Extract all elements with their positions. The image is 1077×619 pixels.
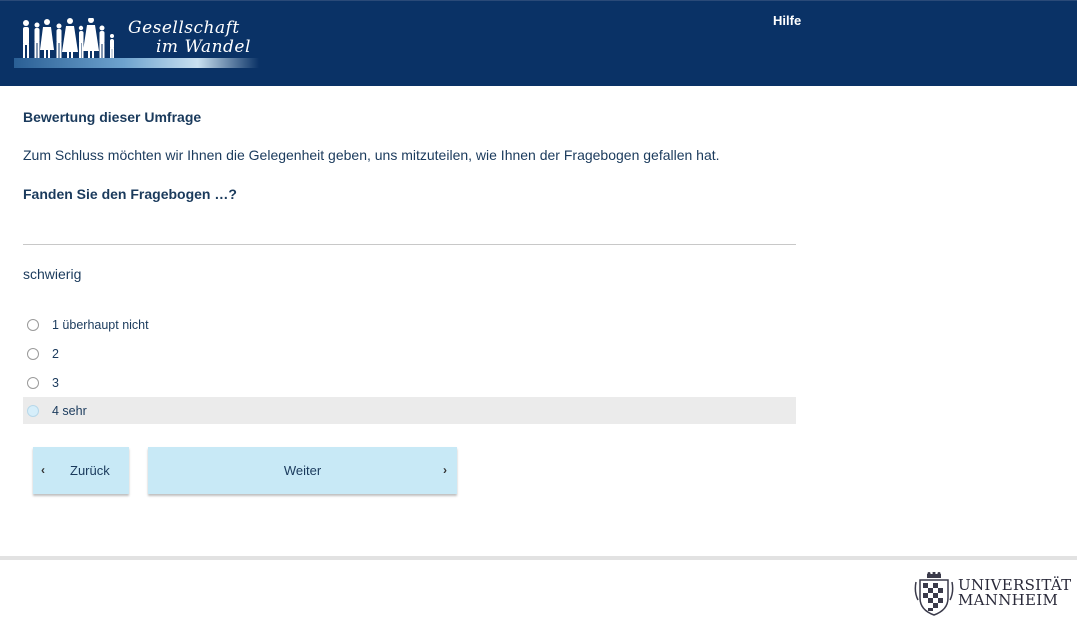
radio-button[interactable] bbox=[27, 318, 39, 331]
radio-button[interactable] bbox=[27, 376, 39, 389]
option-4[interactable]: 4 sehr bbox=[23, 397, 796, 424]
option-2[interactable]: 2 bbox=[23, 339, 796, 368]
radio-button[interactable] bbox=[27, 404, 39, 417]
university-name: UNIVERSITÄT MANNHEIM bbox=[958, 578, 1071, 608]
next-button[interactable]: Weiter › bbox=[148, 447, 457, 494]
university-crest-icon bbox=[914, 572, 954, 616]
answer-options: 1 überhaupt nicht 2 3 4 sehr bbox=[23, 310, 796, 424]
logo-text: Gesellschaft im Wandel bbox=[124, 19, 264, 57]
universitaet-mannheim-logo: UNIVERSITÄT MANNHEIM bbox=[914, 572, 1077, 618]
divider bbox=[23, 244, 796, 245]
logo-text-line1: Gesellschaft bbox=[128, 18, 240, 38]
logo-text-line2: im Wandel bbox=[156, 37, 251, 57]
back-button[interactable]: ‹ Zurück bbox=[33, 447, 129, 494]
help-link[interactable]: Hilfe bbox=[773, 13, 801, 28]
chevron-right-icon: › bbox=[443, 463, 447, 477]
next-button-label: Weiter bbox=[283, 463, 322, 478]
gesellschaft-im-wandel-logo: Gesellschaft im Wandel bbox=[14, 13, 259, 71]
option-label: 4 sehr bbox=[52, 403, 87, 418]
chevron-left-icon: ‹ bbox=[41, 463, 45, 477]
option-label: 2 bbox=[52, 346, 59, 361]
option-label: 3 bbox=[52, 375, 59, 390]
option-1[interactable]: 1 überhaupt nicht bbox=[23, 310, 796, 339]
site-header: Gesellschaft im Wandel Hilfe bbox=[0, 0, 1077, 86]
section-title: Bewertung dieser Umfrage bbox=[23, 109, 202, 125]
footer-divider bbox=[0, 556, 1077, 560]
university-line2: MANNHEIM bbox=[958, 591, 1059, 609]
option-label: 1 überhaupt nicht bbox=[52, 317, 149, 332]
intro-text: Zum Schluss möchten wir Ihnen die Gelege… bbox=[23, 147, 720, 163]
people-silhouettes-icon bbox=[23, 18, 114, 58]
item-label: schwierig bbox=[23, 266, 82, 282]
option-3[interactable]: 3 bbox=[23, 368, 796, 397]
question-text: Fanden Sie den Fragebogen …? bbox=[23, 186, 237, 202]
radio-button[interactable] bbox=[27, 347, 39, 360]
back-button-label: Zurück bbox=[70, 463, 110, 478]
